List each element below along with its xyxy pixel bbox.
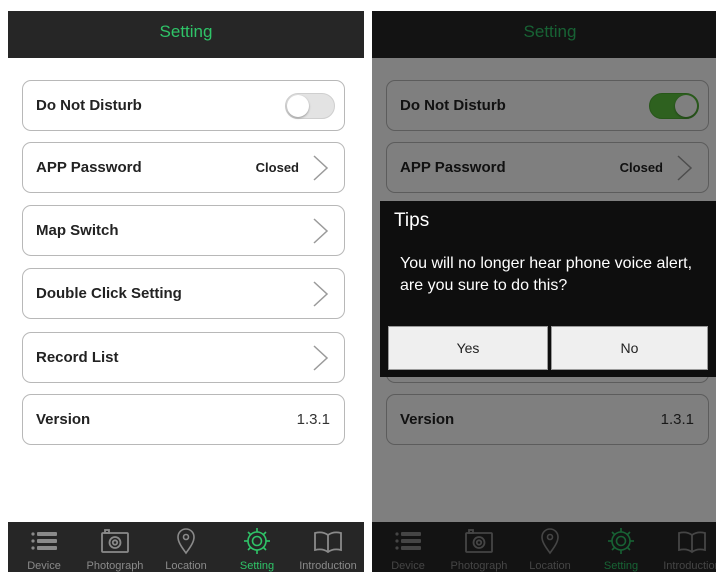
toggle-knob (287, 95, 309, 117)
record-list-row[interactable]: Record List (22, 332, 345, 383)
bottom-tab-bar: Device Photograph Location Setting Intro… (8, 522, 364, 572)
row-label: Double Click Setting (36, 285, 182, 302)
chevron-right-icon (310, 154, 330, 182)
tab-label: Location (165, 560, 207, 572)
yes-button[interactable]: Yes (388, 326, 548, 370)
version-number: 1.3.1 (296, 411, 330, 428)
app-password-row[interactable]: APP Password Closed (22, 142, 345, 193)
row-label: Map Switch (36, 222, 119, 239)
chevron-right-icon (310, 217, 330, 245)
row-label: Record List (36, 349, 119, 366)
list-icon (29, 526, 59, 556)
location-pin-icon (171, 526, 201, 556)
setting-screen-before: Setting Do Not Disturb APP Password Clos… (8, 11, 364, 572)
dialog-message: You will no longer hear phone voice aler… (400, 255, 693, 294)
page-title: Setting (8, 11, 364, 58)
camera-icon (100, 526, 130, 556)
tab-introduction[interactable]: Introduction (292, 522, 364, 572)
version-row: Version 1.3.1 (22, 394, 345, 445)
tab-label: Introduction (299, 560, 357, 572)
no-button[interactable]: No (551, 326, 708, 370)
gear-icon (242, 526, 272, 556)
tab-device[interactable]: Device (8, 522, 80, 572)
tab-setting[interactable]: Setting (221, 522, 293, 572)
chevron-right-icon (310, 344, 330, 372)
row-label: Do Not Disturb (36, 97, 142, 114)
map-switch-row[interactable]: Map Switch (22, 205, 345, 256)
tab-label: Device (27, 560, 61, 572)
tab-photograph[interactable]: Photograph (79, 522, 151, 572)
do-not-disturb-toggle[interactable] (285, 93, 335, 119)
do-not-disturb-row[interactable]: Do Not Disturb (22, 80, 345, 131)
settings-list: Do Not Disturb APP Password Closed Map S… (8, 58, 364, 522)
tips-dialog: Tips You will no longer hear phone voice… (380, 201, 716, 377)
tab-location[interactable]: Location (150, 522, 222, 572)
row-label: APP Password (36, 159, 142, 176)
dialog-title: Tips (394, 210, 430, 231)
chevron-right-icon (310, 280, 330, 308)
row-label: Version (36, 411, 91, 428)
tab-label: Setting (239, 560, 275, 572)
tab-label: Photograph (86, 560, 144, 572)
app-password-status: Closed (255, 160, 299, 175)
book-icon (313, 526, 343, 556)
setting-screen-with-dialog: Setting Do Not Disturb APP Password Clos… (372, 11, 716, 572)
double-click-setting-row[interactable]: Double Click Setting (22, 268, 345, 319)
